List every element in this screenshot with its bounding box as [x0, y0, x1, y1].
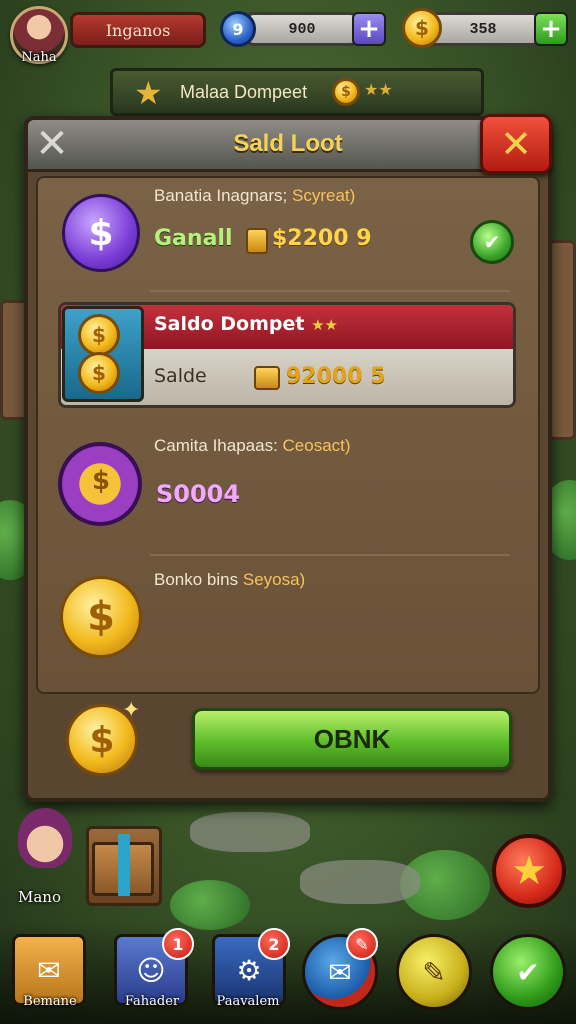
row-label: Ganall [154, 226, 233, 251]
checkmark-icon: ✔ [516, 955, 540, 989]
row-heading-text: Bonko bins [154, 570, 239, 589]
notification-badge: ✎ [346, 928, 378, 960]
coin-icon: $ [78, 352, 120, 394]
coin-glyph: $ [91, 466, 111, 496]
npc-name: Mano [18, 888, 61, 906]
notification-badge: 2 [258, 928, 290, 960]
dialog-title: Sald Loot [233, 130, 343, 157]
divider [150, 290, 510, 292]
purple-coin-icon: $ [62, 194, 140, 272]
mail-icon: ✉ [37, 953, 61, 987]
nav-label: Fahader [124, 994, 180, 1009]
gem-counter: 900 [244, 12, 360, 46]
banner-stars: ★★ [364, 80, 393, 99]
coin-icon: $ [402, 8, 442, 48]
treasure-chest-icon [254, 366, 280, 390]
avatar-name: Naha [21, 50, 57, 65]
coin-count: 358 [469, 20, 497, 38]
row-heading: Camita Ihapaas: Ceosact) [154, 436, 351, 456]
nav-label: Bemane [23, 994, 77, 1009]
equipment-icon: ⚙ [236, 953, 262, 987]
add-gems-button[interactable]: + [352, 12, 386, 46]
nav-label: Paavalem [216, 994, 280, 1009]
wallet-amount: 92000 5 [286, 364, 386, 389]
row-amount: $2200 9 [272, 226, 372, 251]
row-amount: S0004 [156, 480, 241, 508]
gold-coin-icon: $ [60, 576, 142, 658]
star-icon: ★ [134, 74, 163, 112]
wallet-title-text: Saldo Dompet [154, 313, 305, 335]
wallet-title-stars: ★★ [311, 316, 339, 334]
divider [150, 554, 510, 556]
banner-title: Malaa Dompeet [180, 82, 308, 102]
add-coins-button[interactable]: + [534, 12, 568, 46]
row-heading: Bonko bins Seyosa) [154, 570, 305, 590]
npc-portrait[interactable] [18, 808, 72, 868]
row-heading-text: Banatia Inagnars; [154, 186, 288, 205]
nav-confirm-button[interactable]: ✔ [490, 934, 566, 1010]
player-name-plate[interactable]: Inganos [70, 12, 206, 48]
background-stone [190, 812, 310, 852]
envelope-icon: ✉ [328, 955, 352, 989]
money-bag-icon [246, 228, 268, 254]
wallet-title: Saldo Dompet ★★ [154, 313, 338, 335]
row-heading-highlight: Ceosact) [282, 436, 351, 455]
coin-icon: $ [332, 78, 360, 106]
claim-check-button[interactable]: ✔ [470, 220, 514, 264]
nav-quests-button[interactable]: ✎ [396, 934, 472, 1010]
coin-icon: $ [78, 314, 120, 356]
quill-icon: ✎ [422, 955, 446, 989]
background-hut-right [548, 240, 576, 440]
sparkle-icon: ✦ [122, 698, 141, 723]
row-heading: Banatia Inagnars; Scyreat) [154, 186, 355, 206]
row-heading-text: Camita Ihapaas: [154, 436, 278, 455]
background-stone [300, 860, 420, 904]
wallet-subtitle: Salde [154, 365, 207, 387]
notification-badge: 1 [162, 928, 194, 960]
hero-icon: ☺ [136, 953, 166, 987]
ok-button[interactable]: OBNK [192, 708, 512, 770]
gem-icon: 9 [220, 11, 256, 47]
gift-ribbon [118, 834, 130, 896]
row-heading-highlight: Scyreat) [292, 186, 356, 205]
star-button[interactable]: ★ [492, 834, 566, 908]
row-heading-highlight: Seyosa) [242, 570, 306, 589]
gem-count: 900 [288, 20, 316, 38]
close-button[interactable]: ✕ [480, 114, 552, 174]
